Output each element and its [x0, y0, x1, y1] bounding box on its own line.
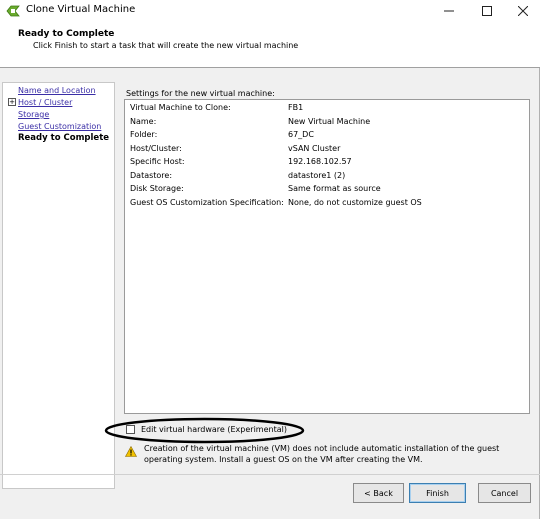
close-button[interactable]	[508, 0, 538, 22]
setting-key: Disk Storage:	[130, 184, 184, 193]
clone-vm-dialog: Clone Virtual Machine Ready to Complete …	[0, 0, 540, 519]
nav-item-name-and-location[interactable]: Name and Location	[18, 86, 96, 95]
footer-divider	[0, 474, 540, 475]
expand-icon[interactable]: +	[8, 98, 16, 106]
close-icon	[518, 6, 528, 16]
setting-key: Virtual Machine to Clone:	[130, 103, 231, 112]
maximize-icon	[482, 6, 492, 16]
setting-value: None, do not customize guest OS	[288, 198, 422, 207]
setting-value: New Virtual Machine	[288, 117, 371, 126]
setting-value: 67_DC	[288, 130, 314, 139]
page-subtitle: Click Finish to start a task that will c…	[33, 41, 299, 50]
setting-key: Datastore:	[130, 171, 173, 180]
minimize-icon	[444, 10, 454, 12]
annotation-ellipse	[104, 417, 305, 444]
setting-key: Name:	[130, 117, 157, 126]
setting-key: Host/Cluster:	[130, 144, 182, 153]
nav-item-guest-customization[interactable]: Guest Customization	[18, 122, 101, 131]
setting-key: Folder:	[130, 130, 158, 139]
vm-clone-icon	[6, 5, 20, 17]
back-button[interactable]: < Back	[353, 483, 404, 503]
nav-item-storage[interactable]: Storage	[18, 110, 49, 119]
minimize-button[interactable]	[434, 0, 464, 22]
settings-summary: Virtual Machine to Clone: FB1 Name: New …	[124, 99, 530, 414]
page-title: Ready to Complete	[18, 29, 115, 39]
maximize-button[interactable]	[472, 0, 502, 22]
cancel-button[interactable]: Cancel	[478, 483, 531, 503]
setting-value: FB1	[288, 103, 304, 112]
setting-value: Same format as source	[288, 184, 381, 193]
nav-item-ready-to-complete: Ready to Complete	[18, 133, 110, 143]
warning-icon	[125, 446, 137, 457]
title-bar: Clone Virtual Machine	[0, 0, 540, 22]
nav-item-host-cluster[interactable]: Host / Cluster	[18, 98, 72, 107]
setting-value: vSAN Cluster	[288, 144, 341, 153]
wizard-nav: Name and Location + Host / Cluster Stora…	[2, 82, 115, 489]
window-title: Clone Virtual Machine	[26, 4, 136, 15]
finish-button[interactable]: Finish	[409, 483, 466, 503]
setting-key: Guest OS Customization Specification:	[130, 198, 284, 207]
setting-value: datastore1 (2)	[288, 171, 346, 180]
settings-label: Settings for the new virtual machine:	[126, 89, 275, 98]
setting-key: Specific Host:	[130, 157, 185, 166]
setting-value: 192.168.102.57	[288, 157, 352, 166]
warning-message: Creation of the virtual machine (VM) doe…	[144, 444, 500, 464]
wizard-header: Ready to Complete Click Finish to start …	[0, 22, 540, 68]
